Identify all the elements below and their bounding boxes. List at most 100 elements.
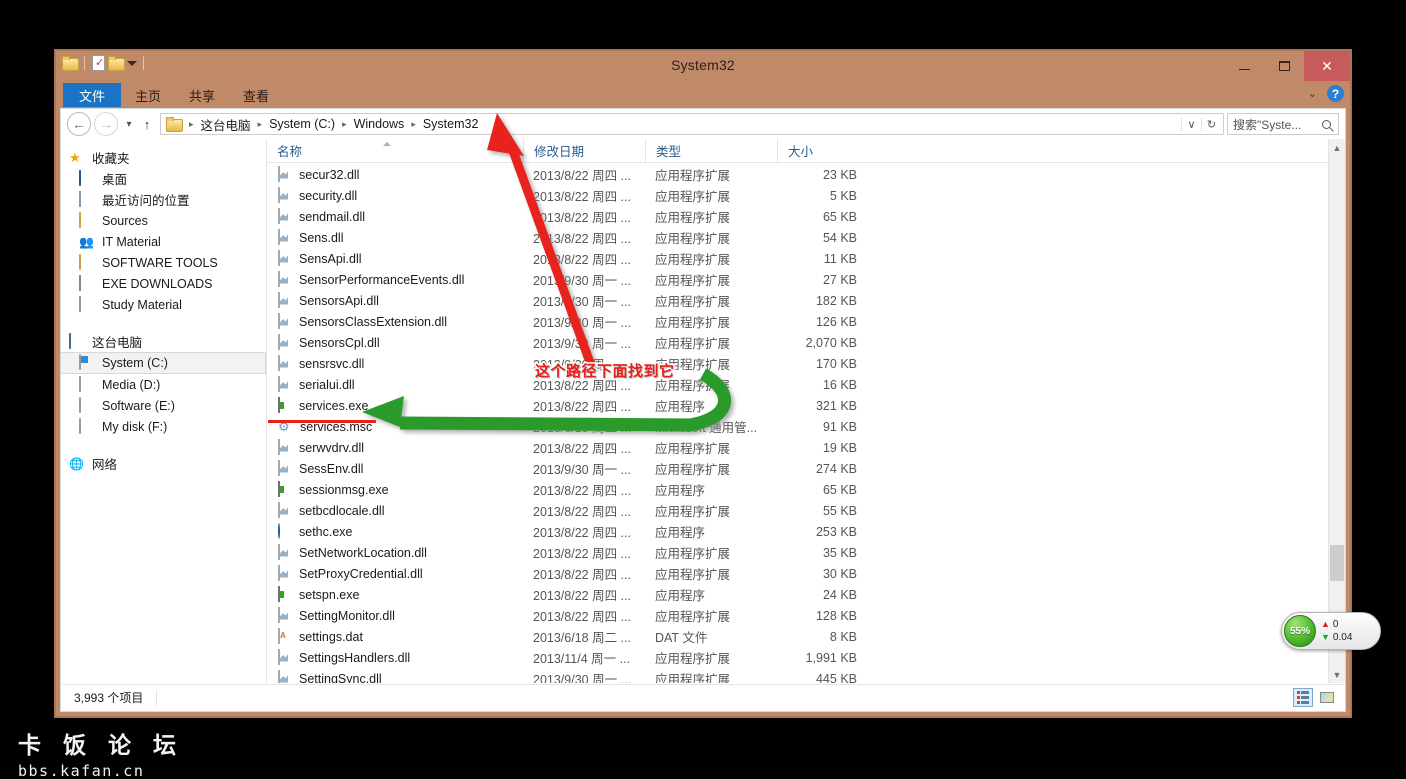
tiles-view-button[interactable] [1317,688,1337,707]
sidebar-item-desktop[interactable]: 桌面 [61,168,266,189]
sidebar-item-media-d[interactable]: Media (D:) [61,374,266,395]
vertical-scrollbar[interactable]: ▲ ▼ [1328,139,1345,683]
close-button[interactable]: ✕ [1304,51,1350,81]
search-icon[interactable] [1322,119,1331,129]
breadcrumb-item-this-pc[interactable]: 这台电脑 [198,115,254,134]
table-row[interactable]: Sens.dll 2013/8/22 周四 ... 应用程序扩展 54 KB [267,227,1345,248]
breadcrumb-item-system32[interactable]: System32 [420,117,482,131]
table-row[interactable]: services.exe 2013/8/22 周四 ... 应用程序 321 KB [267,395,1345,416]
sidebar-item-recent-places[interactable]: 最近访问的位置 [61,189,266,210]
breadcrumb-bar[interactable]: ▸ 这台电脑 ▸ System (C:) ▸ Windows ▸ System3… [160,113,1224,135]
view-buttons[interactable] [1293,688,1337,707]
help-icon[interactable]: ? [1327,85,1344,102]
navigation-pane[interactable]: ★ 收藏夹 桌面 最近访问的位置 Sources 👥 IT Material S… [61,139,266,683]
tab-home[interactable]: 主页 [121,83,175,107]
cell-name[interactable]: sethc.exe [267,522,523,540]
cell-name[interactable]: settings.dat [267,627,523,645]
sidebar-item-sources[interactable]: Sources [61,210,266,231]
cell-name[interactable]: serialui.dll [267,375,523,393]
tab-share[interactable]: 共享 [175,83,229,107]
sidebar-item-my-disk-f[interactable]: My disk (F:) [61,416,266,437]
recent-locations-button[interactable]: ▾ [121,119,137,130]
table-row[interactable]: sensrsvc.dll 2013/9/30 周一 ... 应用程序扩展 170 KB [267,353,1345,374]
sidebar-item-software-tools[interactable]: SOFTWARE TOOLS [61,252,266,273]
cell-name[interactable]: SetProxyCredential.dll [267,564,523,582]
breadcrumb[interactable]: ▸ 这台电脑 ▸ System (C:) ▸ Windows ▸ System3… [166,115,1181,134]
column-header-size[interactable]: 大小 [777,139,873,163]
breadcrumb-separator[interactable]: ▸ [407,119,420,130]
column-header-name[interactable]: 名称 [267,139,523,163]
scroll-down-icon[interactable]: ▼ [1329,666,1345,683]
table-row[interactable]: setbcdlocale.dll 2013/8/22 周四 ... 应用程序扩展 55… [267,500,1345,521]
table-row[interactable]: SetProxyCredential.dll 2013/8/22 周四 ... 应用… [267,563,1345,584]
title-bar[interactable]: System32 ✕ [56,51,1350,83]
sidebar-item-study-material[interactable]: Study Material [61,294,266,315]
cell-name[interactable]: SensApi.dll [267,249,523,267]
table-row[interactable]: serwvdrv.dll 2013/8/22 周四 ... 应用程序扩展 19 KB [267,437,1345,458]
breadcrumb-separator[interactable]: ▸ [338,119,351,130]
back-button[interactable]: ← [67,112,91,136]
cell-name[interactable]: security.dll [267,186,523,204]
cell-name[interactable]: SensorsClassExtension.dll [267,312,523,330]
table-row[interactable]: ⚙ services.msc 2013/6/18 周二 ... Microsoft 通… [267,416,1345,437]
breadcrumb-item-windows[interactable]: Windows [351,117,408,131]
column-header-date[interactable]: 修改日期 [523,139,645,163]
cell-name[interactable]: SetNetworkLocation.dll [267,543,523,561]
table-row[interactable]: secur32.dll 2013/8/22 周四 ... 应用程序扩展 23 KB [267,164,1345,185]
cell-name[interactable]: SettingsHandlers.dll [267,648,523,666]
cell-name[interactable]: sensrsvc.dll [267,354,523,372]
table-row[interactable]: SettingSync.dll 2013/9/30 周一 ... 应用程序扩展 445… [267,668,1345,683]
address-dropdown-icon[interactable]: ∨ [1181,117,1201,131]
table-row[interactable]: SensorsApi.dll 2013/9/30 周一 ... 应用程序扩展 182 … [267,290,1345,311]
cell-name[interactable]: setbcdlocale.dll [267,501,523,519]
column-headers[interactable]: 名称 修改日期 类型 大小 [267,139,1345,163]
sidebar-item-exe-downloads[interactable]: EXE DOWNLOADS [61,273,266,294]
column-header-type[interactable]: 类型 [645,139,777,163]
tab-view[interactable]: 查看 [229,83,283,107]
cell-name[interactable]: SettingSync.dll [267,669,523,683]
search-input[interactable]: 搜索"Syste... [1227,113,1339,135]
file-rows[interactable]: secur32.dll 2013/8/22 周四 ... 应用程序扩展 23 KB se… [267,164,1345,683]
table-row[interactable]: SettingsHandlers.dll 2013/11/4 周一 ... 应用程序… [267,647,1345,668]
table-row[interactable]: SensorsClassExtension.dll 2013/9/30 周一 ..… [267,311,1345,332]
refresh-icon[interactable]: ↻ [1201,117,1221,131]
breadcrumb-item-system-c[interactable]: System (C:) [266,117,338,131]
network-monitor-widget[interactable]: 55% ▲ 0 ▼ 0.04 [1281,612,1381,650]
breadcrumb-separator[interactable]: ▸ [185,119,198,130]
details-view-button[interactable] [1293,688,1313,707]
cell-name[interactable]: sessionmsg.exe [267,480,523,498]
table-row[interactable]: SensorsCpl.dll 2013/9/30 周一 ... 应用程序扩展 2,07… [267,332,1345,353]
collapse-ribbon-icon[interactable]: ⌄ [1308,87,1317,100]
scroll-up-icon[interactable]: ▲ [1329,139,1345,156]
cell-name[interactable]: Sens.dll [267,228,523,246]
cell-name[interactable]: sendmail.dll [267,207,523,225]
address-bar[interactable]: ← → ▾ ↑ ▸ 这台电脑 ▸ System (C:) ▸ Windows ▸… [61,109,1345,139]
file-list-pane[interactable]: 名称 修改日期 类型 大小 secur32.dll 2013/8/22 周四 .… [266,139,1345,683]
table-row[interactable]: settings.dat 2013/6/18 周二 ... DAT 文件 8 KB [267,626,1345,647]
table-row[interactable]: SensorPerformanceEvents.dll 2013/9/30 周一 … [267,269,1345,290]
maximize-button[interactable] [1264,51,1304,81]
cell-name[interactable]: SensorsCpl.dll [267,333,523,351]
sidebar-item-favorites[interactable]: ★ 收藏夹 [61,147,266,168]
table-row[interactable]: serialui.dll 2013/8/22 周四 ... 应用程序扩展 16 KB [267,374,1345,395]
up-button[interactable]: ↑ [137,117,157,132]
scrollbar-thumb[interactable] [1330,545,1344,581]
window-controls[interactable]: ✕ [1224,51,1350,81]
ribbon-tabs[interactable]: 文件 主页 共享 查看 ⌄ ? [56,83,1350,107]
sidebar-item-system-c[interactable]: System (C:) [61,352,266,374]
sidebar-item-network[interactable]: 🌐 网络 [61,453,266,474]
sidebar-item-it-material[interactable]: 👥 IT Material [61,231,266,252]
table-row[interactable]: SensApi.dll 2013/8/22 周四 ... 应用程序扩展 11 KB [267,248,1345,269]
cell-name[interactable]: serwvdrv.dll [267,438,523,456]
table-row[interactable]: sendmail.dll 2013/8/22 周四 ... 应用程序扩展 65 KB [267,206,1345,227]
cell-name[interactable]: SettingMonitor.dll [267,606,523,624]
cell-name[interactable]: secur32.dll [267,165,523,183]
forward-button[interactable]: → [94,112,118,136]
table-row[interactable]: SetNetworkLocation.dll 2013/8/22 周四 ... 应用… [267,542,1345,563]
table-row[interactable]: SessEnv.dll 2013/9/30 周一 ... 应用程序扩展 274 KB [267,458,1345,479]
table-row[interactable]: sethc.exe 2013/8/22 周四 ... 应用程序 253 KB [267,521,1345,542]
cpu-usage-ball[interactable]: 55% [1284,615,1316,647]
cell-name[interactable]: ⚙ services.msc [267,419,523,435]
cell-name[interactable]: services.exe [267,396,523,414]
cell-name[interactable]: setspn.exe [267,585,523,603]
